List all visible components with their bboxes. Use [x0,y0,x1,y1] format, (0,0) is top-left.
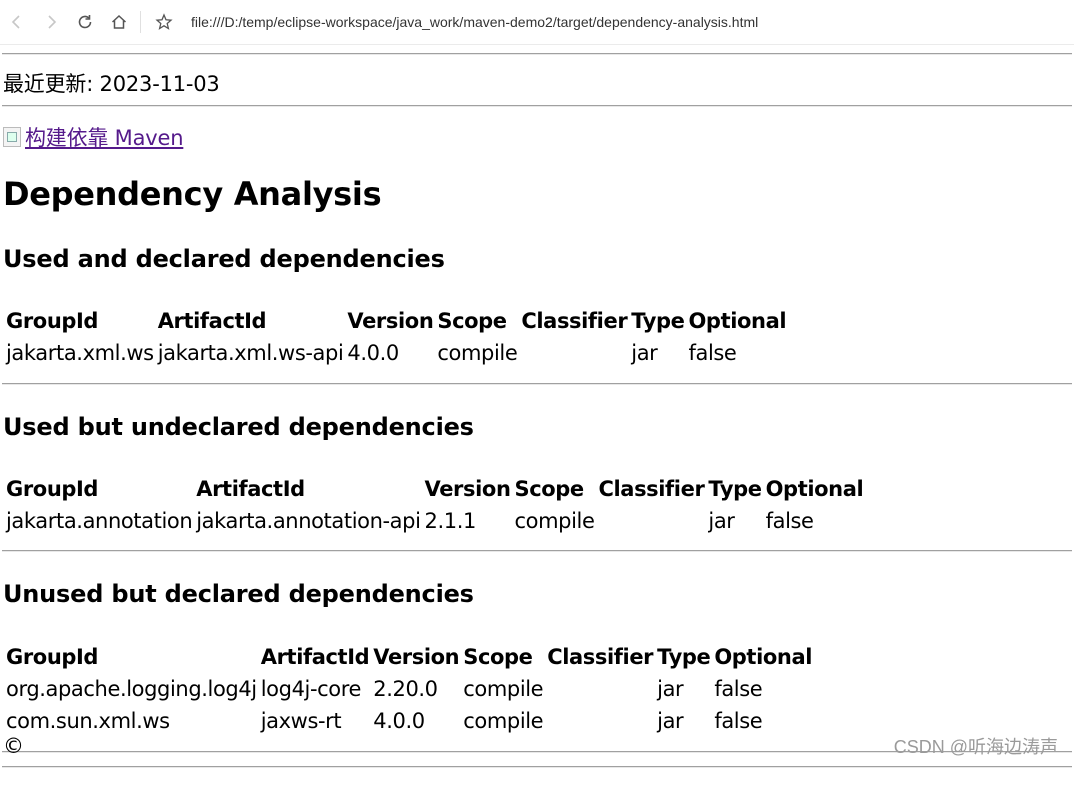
cell-scope: compile [437,341,518,365]
col-type: Type [631,309,685,333]
col-optional: Optional [765,477,864,501]
cell-classifier [597,506,705,536]
col-groupid: GroupId [6,645,99,669]
col-type: Type [657,645,711,669]
col-version: Version [424,477,511,501]
col-version: Version [373,645,460,669]
back-icon[interactable] [0,5,34,39]
col-artifactid: ArtifactId [196,477,305,501]
section-heading-unused-declared: Unused but declared dependencies [3,580,474,608]
cell-type: jar [631,341,658,365]
cell-version: 2.1.1 [424,509,477,533]
cell-artifactid: log4j-core [260,677,362,701]
cell-version: 4.0.0 [373,709,425,733]
cell-artifactid: jakarta.xml.ws-api [157,341,344,365]
cell-classifier [546,706,654,736]
col-optional: Optional [688,309,787,333]
cell-classifier [520,338,628,368]
reload-icon[interactable] [68,5,102,39]
cell-scope: compile [463,677,544,701]
divider-header [2,105,1072,107]
table-used-undeclared: GroupId ArtifactId Version Scope Classif… [3,472,866,538]
cell-optional: false [765,509,814,533]
last-updated: 最近更新: 2023-11-03 [3,72,220,96]
cell-groupid: org.apache.logging.log4j [6,677,257,701]
page-title: Dependency Analysis [3,175,382,213]
col-groupid: GroupId [6,477,99,501]
col-version: Version [347,309,434,333]
col-scope: Scope [437,309,507,333]
cell-type: jar [657,677,684,701]
cell-type: jar [708,509,735,533]
cell-version: 4.0.0 [347,341,399,365]
divider-top [2,53,1072,55]
col-optional: Optional [714,645,813,669]
cell-classifier [546,674,654,704]
toolbar-divider [140,11,141,33]
built-by-maven-link[interactable]: 构建依靠 Maven [3,122,184,152]
col-groupid: GroupId [6,309,99,333]
col-classifier: Classifier [598,477,705,501]
cell-optional: false [714,709,763,733]
col-type: Type [708,477,762,501]
table-row: org.apache.logging.log4j log4j-core 2.20… [5,674,813,704]
section-heading-used-declared: Used and declared dependencies [3,245,445,273]
cell-groupid: com.sun.xml.ws [6,709,170,733]
table-row: com.sun.xml.ws jaxws-rt 4.0.0 compile ja… [5,706,813,736]
cell-optional: false [714,677,763,701]
col-artifactid: ArtifactId [260,645,370,669]
divider-footer [2,766,1072,768]
cell-type: jar [657,709,684,733]
section-heading-used-undeclared: Used but undeclared dependencies [3,413,474,441]
col-classifier: Classifier [521,309,628,333]
table-header-row: GroupId ArtifactId Version Scope Classif… [5,642,813,672]
table-row: jakarta.annotation jakarta.annotation-ap… [5,506,864,536]
table-header-row: GroupId ArtifactId Version Scope Classif… [5,474,864,504]
cell-groupid: jakarta.annotation [6,509,193,533]
bookmark-star-icon[interactable] [147,5,181,39]
broken-image-icon [3,127,21,147]
cell-optional: false [688,341,737,365]
home-icon[interactable] [102,5,136,39]
table-header-row: GroupId ArtifactId Version Scope Classif… [5,306,787,336]
watermark: CSDN @听海边涛声 [893,737,1058,757]
forward-icon[interactable] [34,5,68,39]
browser-toolbar: file:///D:/temp/eclipse-workspace/java_w… [0,0,1074,45]
cell-artifactid: jakarta.annotation-api [196,509,421,533]
table-row: jakarta.xml.ws jakarta.xml.ws-api 4.0.0 … [5,338,787,368]
cell-groupid: jakarta.xml.ws [6,341,154,365]
cell-version: 2.20.0 [373,677,438,701]
table-unused-declared: GroupId ArtifactId Version Scope Classif… [3,640,815,738]
col-classifier: Classifier [547,645,654,669]
col-scope: Scope [463,645,533,669]
cell-artifactid: jaxws-rt [260,709,342,733]
maven-link-text: 构建依靠 Maven [25,126,184,150]
col-artifactid: ArtifactId [157,309,267,333]
col-scope: Scope [514,477,585,501]
table-used-declared: GroupId ArtifactId Version Scope Classif… [3,304,789,370]
cell-scope: compile [463,709,544,733]
divider-section-2 [2,550,1072,552]
divider-section-1 [2,383,1072,385]
cell-scope: compile [514,509,595,533]
address-bar[interactable]: file:///D:/temp/eclipse-workspace/java_w… [191,14,758,30]
footer-copyright: © [3,734,24,758]
